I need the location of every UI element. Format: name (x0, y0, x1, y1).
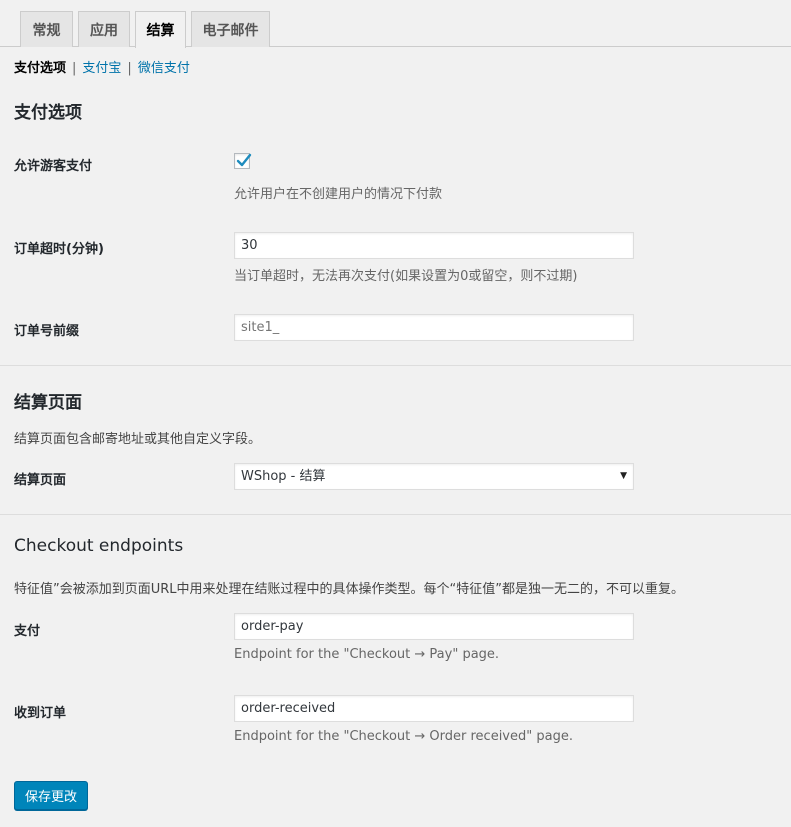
guest-checkout-label: 允许游客支付 (14, 159, 93, 174)
save-changes-button[interactable]: 保存更改 (14, 781, 88, 810)
order-timeout-input[interactable] (234, 232, 634, 259)
dropdown-arrow-icon: ▼ (620, 471, 627, 481)
checkout-page-selected-value: WShop - 结算 (241, 469, 326, 484)
section-heading-payment-options: 支付选项 (14, 103, 82, 123)
order-received-endpoint-description: Endpoint for the "Checkout → Order recei… (234, 729, 573, 744)
section-heading-checkout-endpoints: Checkout endpoints (14, 536, 184, 556)
order-received-endpoint-label: 收到订单 (14, 706, 67, 721)
checkout-page-description: 结算页面包含邮寄地址或其他自定义字段。 (14, 432, 262, 447)
settings-tabs: 常规 应用 结算 电子邮件 (0, 0, 791, 48)
checkmark-icon (236, 153, 252, 167)
section-divider (0, 365, 791, 366)
pay-endpoint-description: Endpoint for the "Checkout → Pay" page. (234, 647, 500, 662)
tab-general[interactable]: 常规 (20, 11, 73, 47)
checkout-page-select[interactable]: WShop - 结算 ▼ (234, 463, 634, 490)
guest-checkout-description: 允许用户在不创建用户的情况下付款 (234, 187, 443, 202)
subnav-link-alipay[interactable]: 支付宝 (82, 60, 121, 78)
section-divider (0, 514, 791, 515)
sub-navigation: 支付选项 | 支付宝 | 微信支付 (14, 60, 190, 78)
order-received-endpoint-input[interactable] (234, 695, 634, 722)
tab-apps[interactable]: 应用 (78, 11, 130, 47)
tab-email[interactable]: 电子邮件 (191, 11, 270, 47)
checkout-page-label: 结算页面 (14, 473, 67, 488)
checkout-endpoints-description: 特征值”会被添加到页面URL中用来处理在结账过程中的具体操作类型。每个“特征值”… (14, 582, 684, 597)
pay-endpoint-label: 支付 (14, 624, 41, 639)
order-prefix-input[interactable] (234, 314, 634, 341)
subnav-separator: | (127, 61, 132, 76)
guest-checkout-checkbox[interactable] (234, 153, 252, 169)
tab-checkout[interactable]: 结算 (135, 11, 186, 48)
subnav-current-payment-options: 支付选项 (14, 61, 67, 76)
order-timeout-description: 当订单超时，无法再次支付(如果设置为0或留空，则不过期) (234, 269, 578, 284)
order-timeout-label: 订单超时(分钟) (14, 242, 104, 257)
subnav-link-wechat-pay[interactable]: 微信支付 (138, 60, 190, 78)
order-prefix-label: 订单号前缀 (14, 324, 80, 339)
section-heading-checkout-page: 结算页面 (14, 393, 82, 413)
subnav-separator: | (72, 61, 77, 76)
pay-endpoint-input[interactable] (234, 613, 634, 640)
